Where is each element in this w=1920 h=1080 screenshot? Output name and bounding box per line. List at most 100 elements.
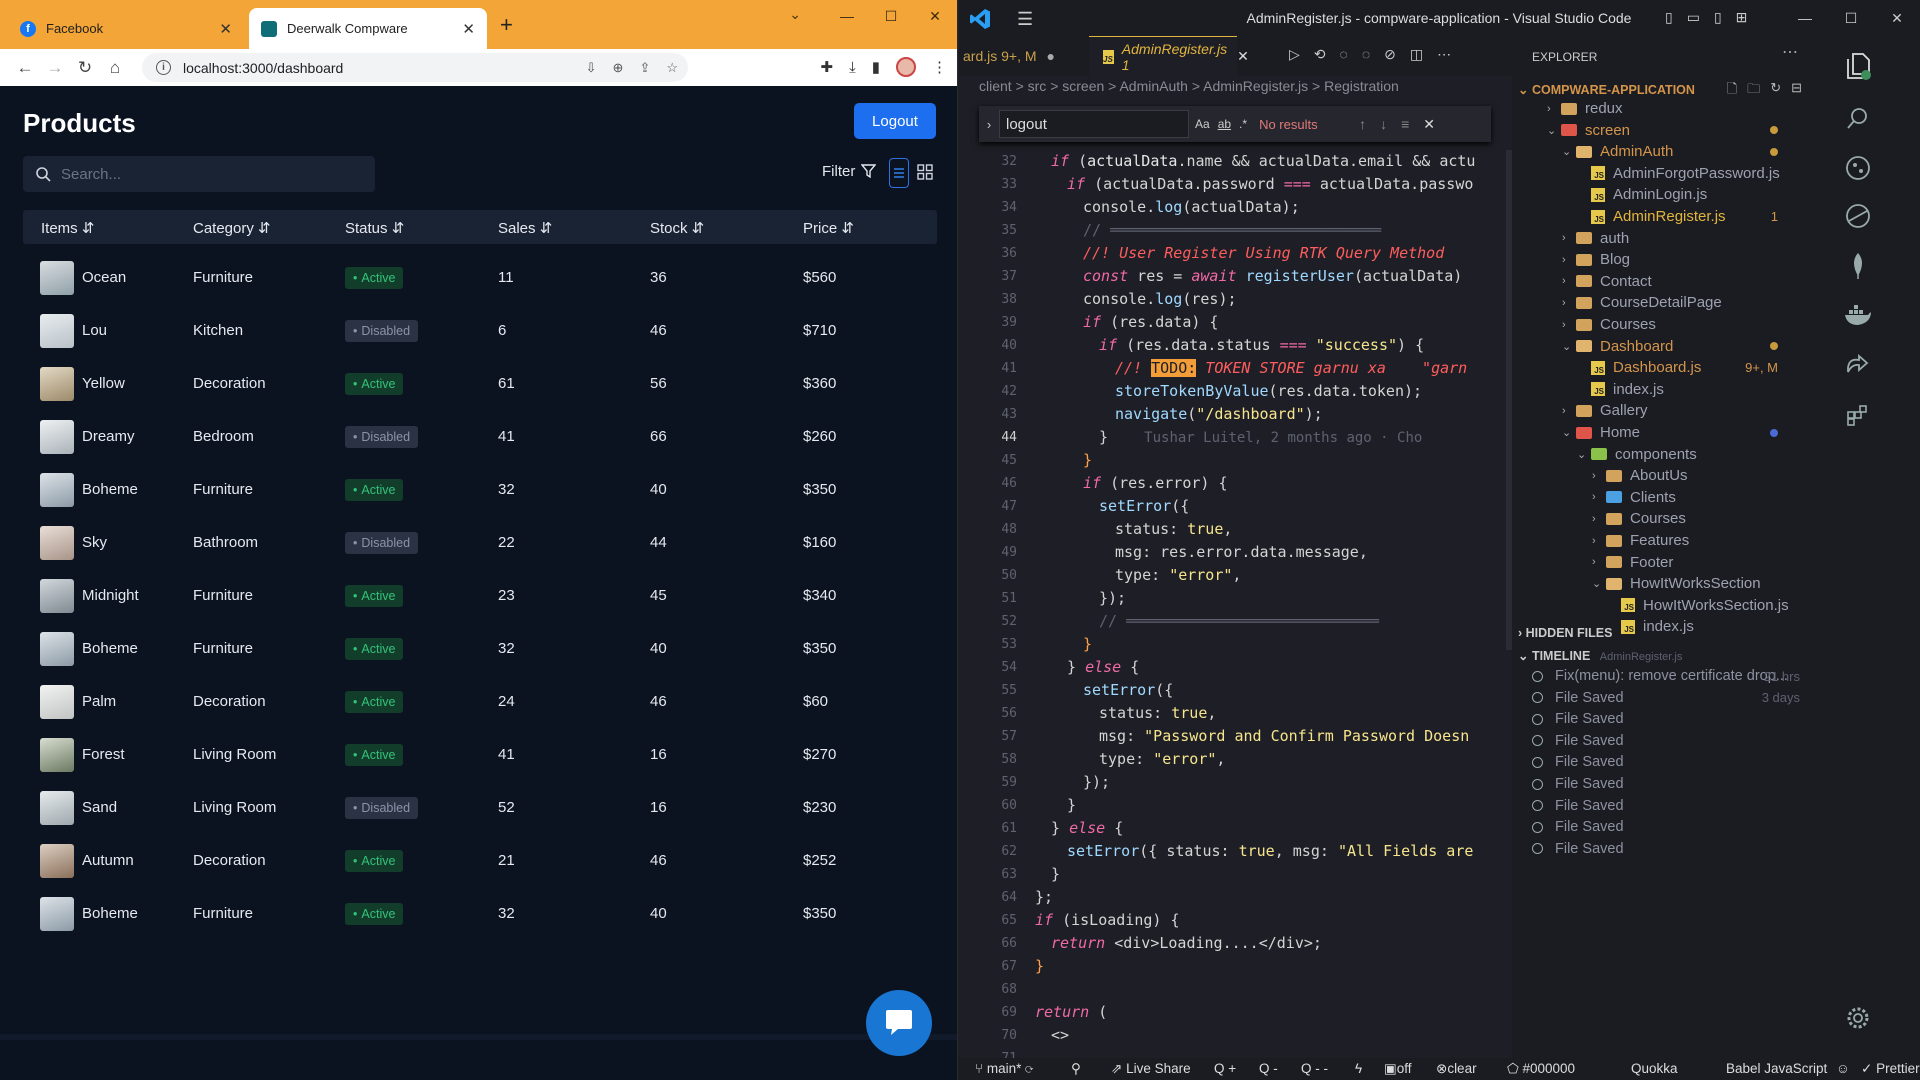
folder-item[interactable]: › Features xyxy=(1592,532,1794,549)
code-editor[interactable]: if (actualData.name && actualData.email … xyxy=(1021,150,1511,1050)
zoom-reset-status[interactable]: Q - - xyxy=(1301,1061,1328,1076)
docker-icon[interactable] xyxy=(1838,296,1878,336)
timeline-entry[interactable]: File Saved xyxy=(1532,841,1812,857)
folder-item[interactable]: › AboutUs xyxy=(1592,467,1794,484)
new-folder-icon[interactable]: 🗀 xyxy=(1747,80,1760,102)
extensions-icon[interactable]: ✚ xyxy=(821,58,834,76)
timeline-back-icon[interactable]: ⟲ xyxy=(1314,46,1326,63)
match-case-icon[interactable]: Aa xyxy=(1195,117,1210,131)
use-regex-icon[interactable]: .* xyxy=(1239,117,1247,131)
minimize-icon[interactable]: — xyxy=(1782,0,1828,36)
logout-button[interactable]: Logout xyxy=(854,103,936,139)
toggle-panel-icon[interactable]: ▭ xyxy=(1687,9,1700,26)
toggle-secondary-sidebar-icon[interactable]: ▯ xyxy=(1714,9,1722,26)
live-share-button[interactable]: ⇗ Live Share xyxy=(1111,1061,1191,1077)
language-mode[interactable]: Babel JavaScript xyxy=(1726,1061,1827,1076)
table-row[interactable]: Sand Living Room • Disabled 52 16 $230 xyxy=(23,782,937,835)
minimize-icon[interactable]: — xyxy=(825,0,869,32)
collapse-all-icon[interactable]: ⊟ xyxy=(1791,80,1802,102)
folder-item[interactable]: › Courses xyxy=(1592,510,1794,527)
chat-fab-button[interactable] xyxy=(866,990,932,1056)
color-picker-status[interactable]: ⬠ #000000 xyxy=(1507,1061,1575,1077)
address-bar[interactable]: i localhost:3000/dashboard ⇩ ⊕ ⇪ ☆ xyxy=(142,53,688,82)
close-tab-icon[interactable]: ✕ xyxy=(219,20,232,38)
customize-layout-icon[interactable]: ⊞ xyxy=(1736,9,1748,26)
table-row[interactable]: Autumn Decoration • Active 21 46 $252 xyxy=(23,835,937,888)
toggle-primary-sidebar-icon[interactable]: ▯ xyxy=(1665,9,1673,26)
browser-tab-facebook[interactable]: f Facebook ✕ xyxy=(8,8,244,49)
file-item[interactable]: JS index.js xyxy=(1577,381,1794,398)
run-icon[interactable]: ▷ xyxy=(1289,46,1300,63)
grid-view-toggle[interactable] xyxy=(917,164,933,185)
close-tab-icon[interactable]: ✕ xyxy=(1237,48,1249,65)
table-row[interactable]: Midnight Furniture • Active 23 45 $340 xyxy=(23,570,937,623)
new-tab-button[interactable]: + xyxy=(500,12,513,38)
prettier-status[interactable]: ✓ Prettier xyxy=(1861,1061,1920,1077)
settings-gear-icon[interactable] xyxy=(1838,998,1878,1038)
sidepanel-icon[interactable]: ▮ xyxy=(872,58,880,76)
find-input[interactable]: logout xyxy=(999,110,1189,138)
close-window-icon[interactable]: ✕ xyxy=(913,0,957,32)
bookmark-star-icon[interactable]: ☆ xyxy=(666,60,678,76)
forward-icon[interactable]: → xyxy=(40,58,70,78)
quokka-status[interactable]: Quokka xyxy=(1631,1061,1678,1076)
site-info-icon[interactable]: i xyxy=(156,60,171,75)
timeline-entry[interactable]: File Saved xyxy=(1532,754,1812,770)
share-icon[interactable]: ⇪ xyxy=(639,60,650,76)
table-row[interactable]: Ocean Furniture • Active 11 36 $560 xyxy=(23,252,937,305)
folder-item[interactable]: › Courses xyxy=(1562,316,1794,333)
table-row[interactable]: Lou Kitchen • Disabled 6 46 $710 xyxy=(23,305,937,358)
file-item[interactable]: JS Dashboard.js 9+, M xyxy=(1577,359,1794,376)
editor-tab-dashboard[interactable]: ard.js 9+, M ● xyxy=(959,36,1089,76)
go-forward-icon[interactable]: ◌ xyxy=(1362,46,1370,63)
file-item[interactable]: JS AdminRegister.js 1 xyxy=(1577,208,1794,225)
extensions-icon[interactable] xyxy=(1838,196,1878,236)
lightning-icon[interactable]: ϟ xyxy=(1355,1061,1362,1076)
timeline-entry[interactable]: File Saved xyxy=(1532,798,1812,814)
file-item[interactable]: JS HowItWorksSection.js xyxy=(1607,597,1794,614)
folder-item[interactable]: ⌄ Dashboard xyxy=(1562,338,1794,355)
explorer-more-icon[interactable]: ⋯ xyxy=(1782,42,1798,62)
zoom-icon[interactable]: ⊕ xyxy=(613,60,624,76)
source-control-icon[interactable] xyxy=(1838,148,1878,188)
table-row[interactable]: Sky Bathroom • Disabled 22 44 $160 xyxy=(23,517,937,570)
new-file-icon[interactable]: 🗋 xyxy=(1727,80,1737,102)
port-off-status[interactable]: ▣off xyxy=(1384,1061,1412,1077)
split-editor-icon[interactable]: ◫ xyxy=(1410,46,1423,63)
folder-item[interactable]: › redux xyxy=(1547,100,1794,117)
reload-icon[interactable]: ↻ xyxy=(70,58,100,78)
download-icon[interactable]: ⤓ xyxy=(849,59,856,76)
table-row[interactable]: Dreamy Bedroom • Disabled 41 66 $260 xyxy=(23,411,937,464)
folder-item[interactable]: ⌄ components xyxy=(1577,446,1794,463)
table-row[interactable]: Boheme Furniture • Active 32 40 $350 xyxy=(23,623,937,676)
go-back-icon[interactable]: ◌ xyxy=(1340,46,1348,63)
close-find-icon[interactable]: ✕ xyxy=(1423,116,1435,133)
refresh-icon[interactable]: ↻ xyxy=(1770,80,1781,102)
filter-button[interactable]: Filter xyxy=(822,163,877,180)
table-row[interactable]: Palm Decoration • Active 24 46 $60 xyxy=(23,676,937,729)
toggle-replace-chevron-icon[interactable]: › xyxy=(979,117,999,132)
home-icon[interactable]: ⌂ xyxy=(100,58,130,78)
more-actions-icon[interactable]: ⋯ xyxy=(1437,46,1451,63)
folder-item[interactable]: › Clients xyxy=(1592,489,1794,506)
folder-item[interactable]: › CourseDetailPage xyxy=(1562,294,1794,311)
mongodb-leaf-icon[interactable] xyxy=(1838,246,1878,286)
table-row[interactable]: Boheme Furniture • Active 32 40 $350 xyxy=(23,888,937,941)
maximize-icon[interactable]: ☐ xyxy=(869,0,913,32)
match-whole-word-icon[interactable]: ab xyxy=(1218,117,1231,131)
folder-item[interactable]: › Contact xyxy=(1562,273,1794,290)
column-header-price[interactable]: Price ⇵ xyxy=(803,219,854,237)
table-row[interactable]: Yellow Decoration • Active 61 56 $360 xyxy=(23,358,937,411)
search-icon[interactable] xyxy=(1838,98,1878,138)
zoom-out-status[interactable]: Q - xyxy=(1259,1061,1278,1076)
menu-kebab-icon[interactable]: ⋮ xyxy=(932,58,947,76)
find-query[interactable]: logout xyxy=(1006,116,1047,133)
copilot-icon[interactable]: ☺ xyxy=(1836,1061,1850,1076)
folder-item[interactable]: › auth xyxy=(1562,230,1794,247)
zoom-in-status[interactable]: Q + xyxy=(1214,1061,1236,1076)
timeline-entry[interactable]: File Saved 3 days xyxy=(1532,690,1812,706)
timeline-entry[interactable]: File Saved xyxy=(1532,733,1812,749)
column-header-sales[interactable]: Sales ⇵ xyxy=(498,219,552,237)
url-text[interactable]: localhost:3000/dashboard xyxy=(183,60,343,76)
folder-item[interactable]: ⌄ screen xyxy=(1547,122,1794,139)
